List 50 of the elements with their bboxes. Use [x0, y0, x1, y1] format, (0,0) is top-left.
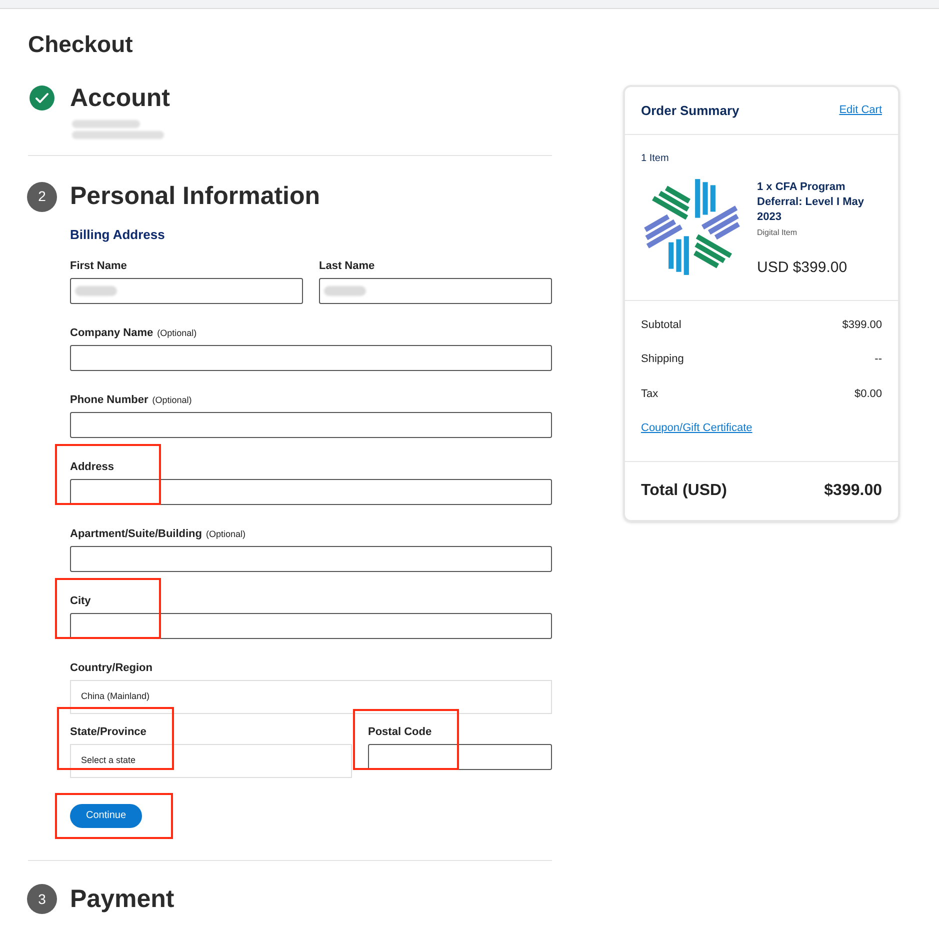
summary-value: $399.00 [842, 318, 882, 332]
select-field[interactable]: Select a state [70, 744, 352, 778]
item-price: USD $399.00 [757, 258, 848, 278]
step-number: 3 [27, 884, 57, 914]
field-label: City [70, 594, 91, 609]
select-field[interactable]: China (Mainland) [70, 680, 552, 714]
optional-hint: (Optional) [206, 528, 246, 541]
summary-label: Subtotal [641, 318, 682, 332]
card-title: Order Summary [641, 102, 740, 120]
field-label: State/Province [70, 725, 146, 740]
continue-button[interactable]: Continue [70, 804, 142, 828]
step-title: Account [70, 82, 170, 114]
total-label: Total (USD) [641, 480, 727, 500]
summary-value: -- [874, 352, 882, 367]
item-name: 1 x CFA Program Deferral: Level I May 2023 [757, 180, 865, 225]
field-label: Phone Number [70, 393, 148, 408]
field-label: Postal Code [368, 725, 432, 740]
input-field[interactable] [70, 613, 552, 639]
field-label: Last Name [319, 259, 375, 274]
section-heading: Billing Address [70, 226, 166, 244]
item-count: 1 Item [641, 152, 670, 166]
field-label: Company Name [70, 326, 154, 341]
summary-value: $0.00 [854, 386, 882, 402]
input-field[interactable] [368, 744, 552, 770]
redacted-text [72, 120, 140, 128]
step-title: Personal Information [70, 181, 320, 212]
field-label: First Name [70, 259, 127, 274]
input-field[interactable] [70, 278, 303, 304]
field-label: Country/Region [70, 661, 152, 676]
edit-cart-link[interactable]: Edit Cart [839, 102, 882, 119]
page-title: Checkout [28, 30, 134, 59]
total-value: $399.00 [824, 480, 882, 500]
summary-label: Shipping [641, 352, 684, 367]
redacted-value [324, 286, 366, 296]
input-field[interactable] [70, 479, 552, 505]
field-label: Address [70, 460, 114, 475]
input-field[interactable] [70, 412, 552, 438]
logo-icon [641, 176, 743, 278]
field-label: Apartment/Suite/Building [70, 527, 202, 542]
input-field[interactable] [70, 345, 552, 371]
coupon-link[interactable]: Coupon/Gift Certificate [641, 420, 752, 436]
summary-label: Tax [641, 386, 658, 402]
item-type: Digital Item [757, 227, 798, 239]
redacted-value [75, 286, 117, 296]
input-field[interactable] [319, 278, 552, 304]
optional-hint: (Optional) [152, 394, 192, 407]
optional-hint: (Optional) [157, 327, 197, 340]
input-field[interactable] [70, 546, 552, 572]
step-title: Payment [70, 884, 174, 914]
step-number: 2 [27, 182, 57, 212]
